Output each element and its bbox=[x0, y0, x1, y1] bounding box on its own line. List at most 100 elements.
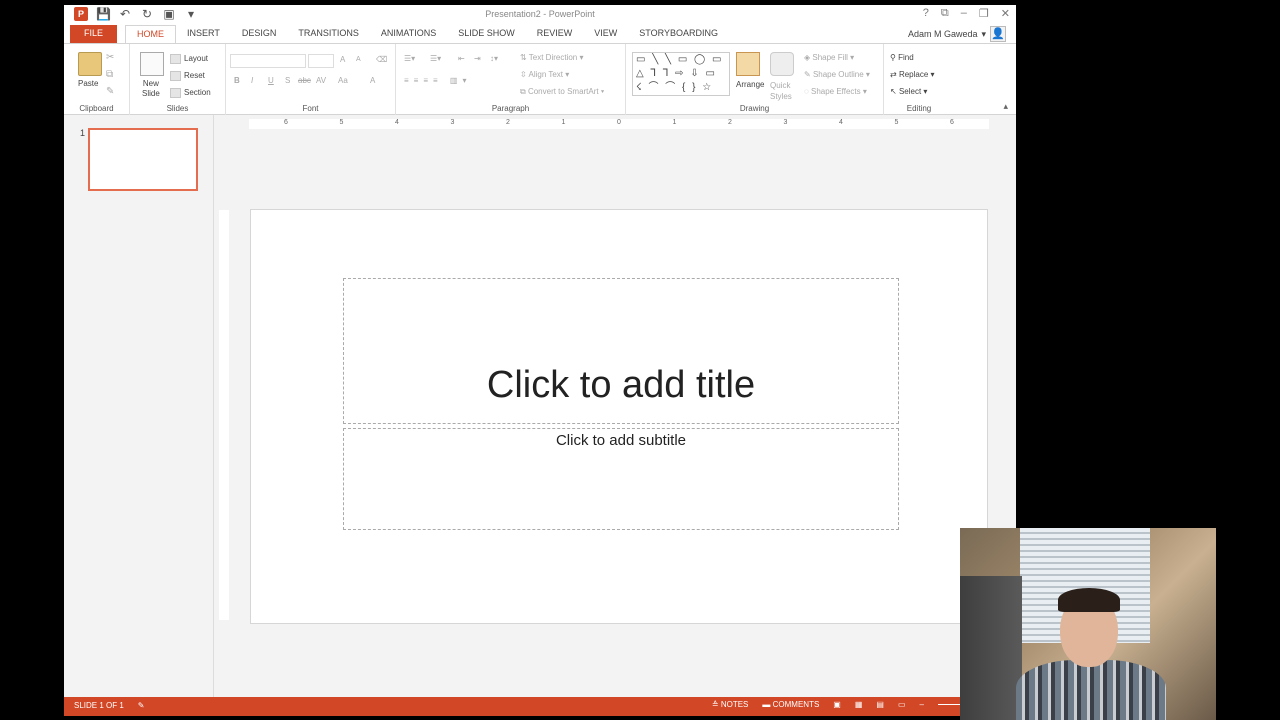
italic-button[interactable]: I bbox=[251, 76, 253, 85]
horizontal-ruler: 6 5 4 3 2 1 0 1 2 3 4 5 6 bbox=[249, 119, 989, 129]
find-button[interactable]: ⚲ Find bbox=[890, 53, 914, 62]
binoculars-icon: ⚲ bbox=[890, 53, 899, 62]
restore-icon[interactable]: ❐ bbox=[979, 7, 989, 20]
tab-home[interactable]: HOME bbox=[125, 25, 177, 44]
work-area: 1 6 5 4 3 2 1 0 1 2 3 4 5 6 Click to add title Click… bbox=[64, 115, 1016, 697]
shrink-font-icon[interactable]: A bbox=[356, 56, 361, 63]
select-button[interactable]: ↖ Select ▾ bbox=[890, 87, 927, 96]
help-icon[interactable]: ? bbox=[923, 7, 929, 20]
comments-button[interactable]: ▬ COMMENTS bbox=[762, 700, 819, 709]
ruler-tick-label: 2 bbox=[506, 119, 510, 126]
new-slide-label-1: New bbox=[142, 79, 159, 88]
clear-formatting-icon[interactable]: ⌫ bbox=[376, 55, 387, 64]
tab-file[interactable]: FILE bbox=[70, 25, 118, 44]
title-placeholder-text: Click to add title bbox=[486, 364, 756, 407]
strikethrough-button[interactable]: abc bbox=[298, 76, 311, 85]
ruler-tick-label: 1 bbox=[561, 119, 566, 126]
group-clipboard: Paste ✂ ⧉ ✎ Clipboard bbox=[64, 44, 130, 115]
bold-button[interactable]: B bbox=[234, 76, 240, 85]
notes-button[interactable]: ≙ NOTES bbox=[712, 700, 749, 709]
shape-outline-button[interactable]: ✎ Shape Outline ▾ bbox=[804, 70, 870, 79]
user-account[interactable]: Adam M Gaweda ▾ 👤 bbox=[908, 26, 1006, 42]
presenter-shirt bbox=[1016, 660, 1166, 720]
quick-styles-icon[interactable] bbox=[770, 52, 794, 76]
cursor-icon: ↖ bbox=[890, 87, 899, 96]
slide-thumbnail-pane: 1 bbox=[64, 115, 214, 697]
tab-transitions[interactable]: TRANSITIONS bbox=[287, 25, 370, 44]
font-color-button[interactable]: A bbox=[370, 76, 375, 85]
paste-icon[interactable] bbox=[78, 52, 102, 76]
font-name-input[interactable] bbox=[230, 54, 306, 68]
line-spacing-icon[interactable]: ↕▾ bbox=[490, 54, 498, 63]
arrange-icon[interactable] bbox=[736, 52, 760, 76]
shape-fill-button[interactable]: ◈ Shape Fill ▾ bbox=[804, 53, 854, 62]
shadow-button[interactable]: S bbox=[285, 76, 290, 85]
numbering-icon[interactable]: ☰▾ bbox=[430, 54, 441, 63]
collapse-ribbon-icon[interactable]: ▴ bbox=[1003, 101, 1008, 112]
arrange-button[interactable]: Arrange bbox=[736, 80, 764, 89]
reset-icon bbox=[170, 71, 181, 81]
slide-show-icon[interactable]: ▭ bbox=[898, 700, 906, 709]
increase-indent-icon[interactable]: ⇥ bbox=[474, 54, 481, 63]
comments-label: COMMENTS bbox=[772, 700, 820, 709]
comment-icon: ▬ bbox=[762, 700, 773, 709]
normal-view-icon[interactable]: ▣ bbox=[833, 700, 841, 709]
reset-button[interactable]: Reset bbox=[170, 71, 205, 81]
character-spacing-button[interactable]: AV bbox=[316, 76, 326, 85]
spell-check-icon[interactable]: ✎ bbox=[138, 701, 145, 710]
slide-thumbnail[interactable] bbox=[88, 128, 198, 191]
select-label: Select bbox=[898, 87, 922, 96]
tab-insert[interactable]: INSERT bbox=[176, 25, 231, 44]
paragraph-label: Paragraph bbox=[491, 104, 530, 113]
minimize-icon[interactable]: – bbox=[961, 7, 967, 20]
convert-smartart-button[interactable]: ⧉ Convert to SmartArt ▾ bbox=[520, 87, 604, 97]
grow-font-icon[interactable]: A bbox=[340, 55, 345, 64]
shape-effects-button[interactable]: ◌ Shape Effects ▾ bbox=[804, 87, 867, 96]
smartart-label: Convert to SmartArt bbox=[527, 87, 599, 96]
title-placeholder[interactable]: Click to add title bbox=[343, 278, 899, 424]
tab-design[interactable]: DESIGN bbox=[231, 25, 288, 44]
shapes-row-2: △ ⅂ ⅂ ⇨ ⇩ ▭ bbox=[636, 68, 717, 79]
notes-label: NOTES bbox=[720, 700, 749, 709]
subtitle-placeholder[interactable]: Click to add subtitle bbox=[343, 428, 899, 530]
ribbon-display-icon[interactable]: ⧉ bbox=[941, 7, 949, 20]
tab-animations[interactable]: ANIMATIONS bbox=[370, 25, 447, 44]
status-left: SLIDE 1 OF 1 ✎ bbox=[74, 701, 145, 710]
layout-button[interactable]: Layout bbox=[170, 54, 208, 64]
shape-effects-icon: ◌ bbox=[804, 87, 811, 96]
shape-outline-label: Shape Outline bbox=[812, 70, 864, 79]
section-button[interactable]: Section bbox=[170, 88, 211, 98]
tab-slide-show[interactable]: SLIDE SHOW bbox=[447, 25, 526, 44]
close-icon[interactable]: ✕ bbox=[1001, 7, 1010, 20]
zoom-out-icon[interactable]: – bbox=[920, 700, 924, 709]
shapes-gallery[interactable]: ▭ ╲ ╲ ▭ ◯ ▭ △ ⅂ ⅂ ⇨ ⇩ ▭ ☇ ⌒ ⌒ { } ☆ bbox=[632, 52, 730, 96]
tab-review[interactable]: REVIEW bbox=[526, 25, 584, 44]
ruler-tick-label: 2 bbox=[728, 119, 732, 126]
cut-icon[interactable]: ✂ bbox=[106, 52, 114, 63]
format-painter-icon[interactable]: ✎ bbox=[106, 86, 114, 97]
change-case-button[interactable]: Aa bbox=[338, 76, 348, 85]
text-direction-button[interactable]: ⇅ Text Direction ▾ bbox=[520, 53, 584, 62]
tab-storyboarding[interactable]: STORYBOARDING bbox=[628, 25, 729, 44]
chevron-down-icon: ▾ bbox=[981, 28, 986, 39]
thumbnail-number: 1 bbox=[80, 128, 86, 138]
vertical-ruler bbox=[219, 210, 229, 620]
new-slide-button[interactable]: New Slide bbox=[142, 79, 160, 99]
paste-button[interactable]: Paste bbox=[78, 79, 98, 88]
copy-icon[interactable]: ⧉ bbox=[106, 69, 113, 80]
ruler-tick-label: 6 bbox=[284, 119, 288, 126]
quick-styles-button[interactable]: Quick Styles bbox=[770, 80, 792, 102]
reading-view-icon[interactable]: ▤ bbox=[876, 700, 884, 709]
slide-sorter-icon[interactable]: ▦ bbox=[855, 700, 863, 709]
underline-button[interactable]: U bbox=[268, 76, 274, 85]
tab-view[interactable]: VIEW bbox=[583, 25, 628, 44]
replace-button[interactable]: ⇄ Replace ▾ bbox=[890, 70, 935, 79]
new-slide-icon[interactable] bbox=[140, 52, 164, 76]
align-text-button[interactable]: ⇳ Align Text ▾ bbox=[520, 70, 569, 79]
decrease-indent-icon[interactable]: ⇤ bbox=[458, 54, 465, 63]
bullets-icon[interactable]: ☰▾ bbox=[404, 54, 415, 63]
slide-canvas[interactable]: Click to add title Click to add subtitle bbox=[250, 209, 988, 624]
quick-styles-label-1: Quick bbox=[770, 81, 791, 90]
alignment-icons[interactable]: ≡≡≡≡ ▥▾ bbox=[404, 76, 471, 85]
font-size-input[interactable] bbox=[308, 54, 334, 68]
